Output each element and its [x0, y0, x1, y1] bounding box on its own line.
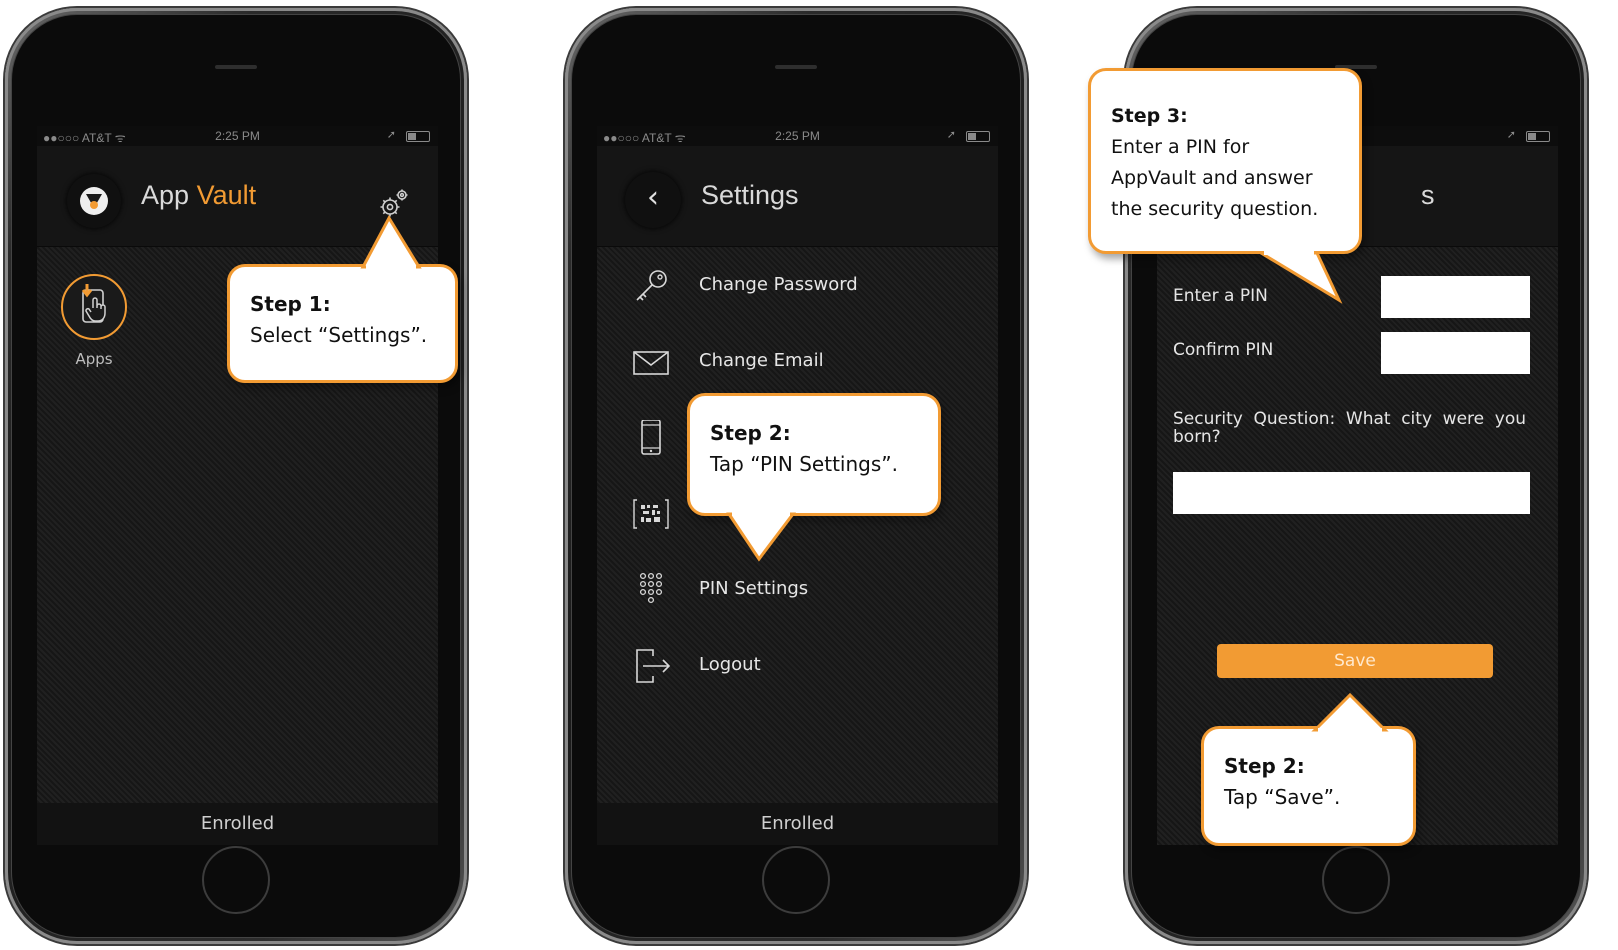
phone-frame-1: ●●○○○ AT&T ᯤ 2:25 PM ➚ App Vault Apps En…	[5, 8, 467, 944]
status-bar: ●●○○○ AT&T ᯤ 2:25 PM ➚	[37, 126, 438, 146]
callout-step-3: Step 3: Enter a PIN for AppVault and ans…	[1088, 68, 1362, 254]
security-question-label: Security Question: What city were you bo…	[1173, 409, 1526, 447]
callout-step-3-line-3: the security question.	[1111, 198, 1319, 220]
menu-label: Logout	[699, 654, 761, 675]
menu-item-change-email[interactable]: Change Email	[597, 338, 998, 386]
speaker-grille	[215, 65, 257, 69]
menu-item-change-password[interactable]: Change Password	[597, 262, 998, 310]
home-button[interactable]	[1322, 846, 1390, 914]
appvault-logo-icon	[67, 174, 121, 228]
keypad-icon	[639, 572, 663, 604]
menu-label: PIN Settings	[699, 578, 809, 599]
location-arrow-icon: ➚	[386, 129, 396, 141]
callout-step-1-heading: Step 1:	[250, 292, 331, 316]
touch-device-icon	[81, 284, 106, 323]
callout-step-3-heading: Step 3:	[1111, 105, 1188, 127]
callout-pointer	[1311, 692, 1389, 734]
home-button[interactable]	[762, 846, 830, 914]
apps-label: Apps	[75, 350, 113, 368]
speaker-grille	[775, 65, 817, 69]
enter-pin-input[interactable]	[1381, 276, 1530, 318]
menu-label: Change Email	[699, 350, 824, 371]
battery-icon	[406, 131, 430, 142]
status-bar: ●●○○○ AT&T ᯤ 2:25 PM ➚	[597, 126, 998, 146]
location-arrow-icon: ➚	[1506, 129, 1516, 141]
battery-icon	[1526, 131, 1550, 142]
phone-device-icon	[641, 420, 661, 455]
qr-code-icon	[633, 499, 669, 529]
callout-pointer	[726, 511, 797, 562]
apps-tile-button[interactable]	[61, 274, 127, 340]
pin-settings-title: s	[1421, 180, 1435, 210]
security-answer-input[interactable]	[1173, 472, 1530, 514]
confirm-pin-input[interactable]	[1381, 332, 1530, 374]
logout-icon	[636, 649, 671, 683]
status-time: 2:25 PM	[775, 129, 820, 143]
menu-item-pin-settings[interactable]: PIN Settings	[597, 566, 998, 614]
enter-pin-label: Enter a PIN	[1173, 286, 1268, 306]
settings-title: Settings	[701, 180, 799, 210]
save-button[interactable]: Save	[1217, 644, 1493, 678]
key-icon	[636, 270, 667, 301]
callout-step-1-text: Select “Settings”.	[250, 323, 428, 347]
callout-step-2-text: Tap “PIN Settings”.	[710, 452, 898, 476]
callout-save-text: Tap “Save”.	[1224, 785, 1341, 809]
callout-step-1: Step 1: Select “Settings”.	[227, 264, 458, 383]
menu-item-logout[interactable]: Logout	[597, 642, 998, 690]
callout-step-3-line-2: AppVault and answer	[1111, 167, 1313, 189]
callout-step-2-pin: Step 2: Tap “PIN Settings”.	[687, 393, 941, 516]
menu-label: Change Password	[699, 274, 858, 295]
envelope-icon	[633, 351, 669, 375]
home-button[interactable]	[202, 846, 270, 914]
callout-step-2-save: Step 2: Tap “Save”.	[1201, 726, 1416, 846]
callout-pointer	[1255, 250, 1343, 304]
location-arrow-icon: ➚	[946, 129, 956, 141]
back-button[interactable]: ‹	[625, 172, 681, 228]
settings-header: ‹ Settings	[597, 146, 998, 247]
enrolled-footer: Enrolled	[597, 803, 998, 845]
app-title-prefix: App	[141, 180, 190, 210]
confirm-pin-label: Confirm PIN	[1173, 340, 1274, 360]
callout-save-heading: Step 2:	[1224, 754, 1305, 778]
status-time: 2:25 PM	[215, 129, 260, 143]
app-title-accent: Vault	[196, 180, 257, 210]
callout-pointer	[360, 214, 422, 271]
app-title: App Vault	[141, 180, 256, 211]
battery-icon	[966, 131, 990, 142]
callout-step-2-heading: Step 2:	[710, 421, 791, 445]
enrolled-footer: Enrolled	[37, 803, 438, 845]
callout-step-3-line-1: Enter a PIN for	[1111, 136, 1250, 158]
